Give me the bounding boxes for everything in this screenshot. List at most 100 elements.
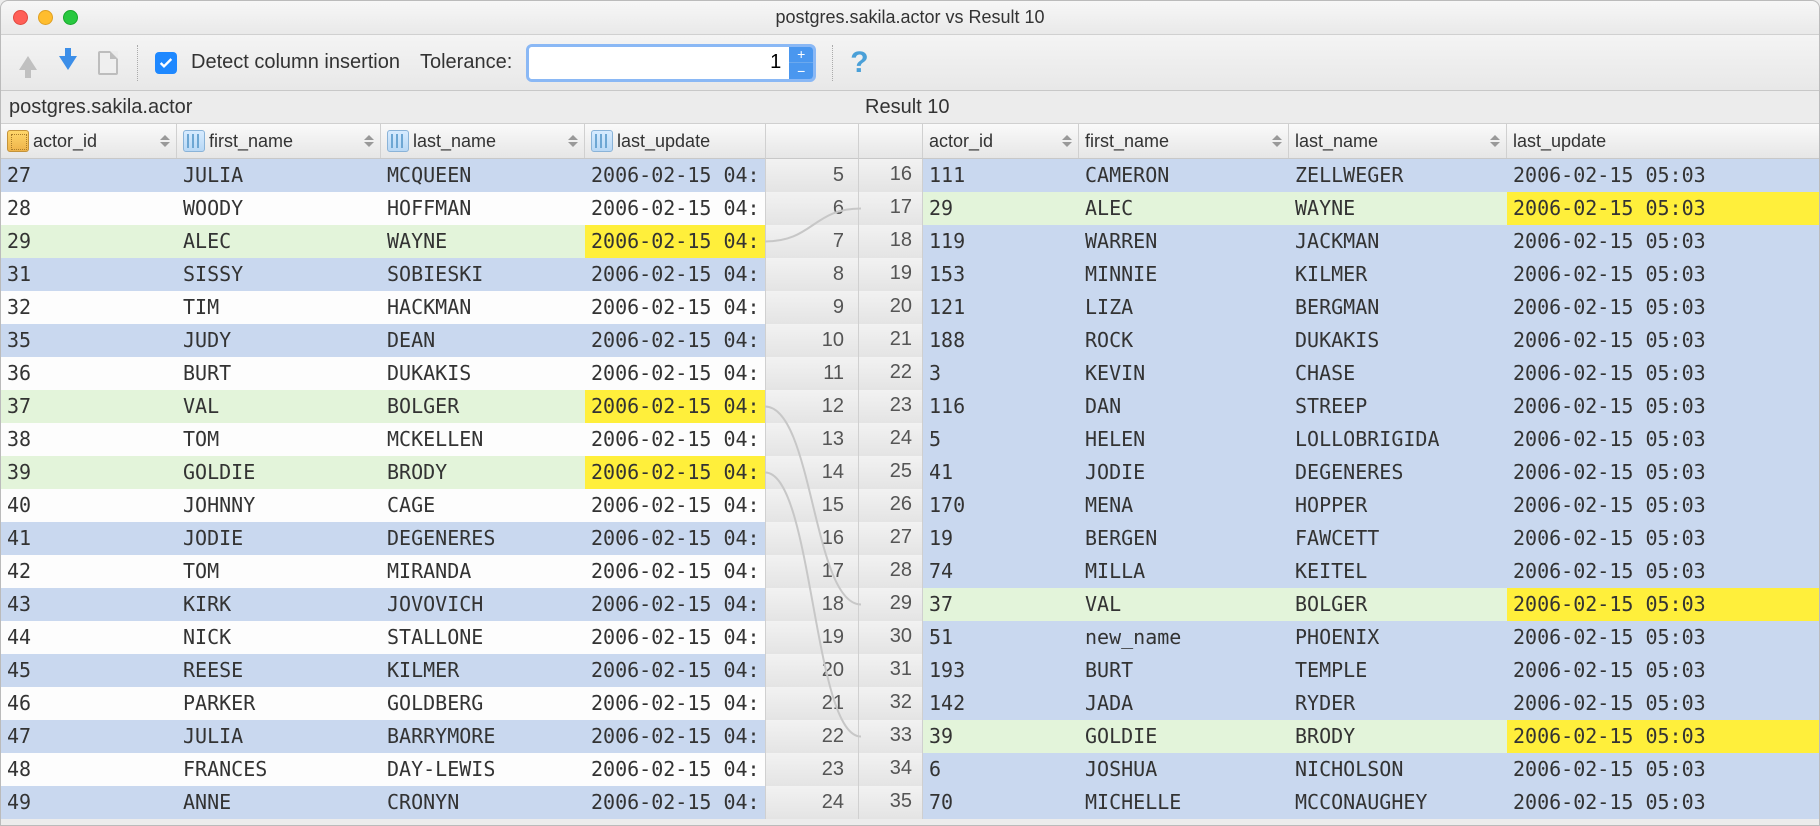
cell-actor_id[interactable]: 37 <box>923 588 1079 621</box>
table-row[interactable]: 45REESEKILMER2006-02-15 04: <box>1 654 765 687</box>
cell-actor_id[interactable]: 121 <box>923 291 1079 324</box>
cell-last_update[interactable]: 2006-02-15 05:03 <box>1507 654 1819 687</box>
cell-last_update[interactable]: 2006-02-15 05:03 <box>1507 786 1819 819</box>
row-number[interactable]: 32 <box>859 687 923 720</box>
cell-last_update[interactable]: 2006-02-15 05:03 <box>1507 390 1819 423</box>
cell-last_update[interactable]: 2006-02-15 05:03 <box>1507 687 1819 720</box>
cell-last_update[interactable]: 2006-02-15 05:03 <box>1507 489 1819 522</box>
col-header-last-update[interactable]: last_update <box>585 124 765 158</box>
cell-actor_id[interactable]: 28 <box>1 192 177 225</box>
cell-last_name[interactable]: MCQUEEN <box>381 159 585 192</box>
cell-last_name[interactable]: BOLGER <box>381 390 585 423</box>
table-row[interactable]: 2541JODIEDEGENERES2006-02-15 05:03 <box>859 456 1819 489</box>
cell-actor_id[interactable]: 35 <box>1 324 177 357</box>
left-body[interactable]: 27JULIAMCQUEEN2006-02-15 04:28WOODYHOFFM… <box>1 159 765 819</box>
cell-last_update[interactable]: 2006-02-15 05:03 <box>1507 291 1819 324</box>
table-row[interactable]: 19153MINNIEKILMER2006-02-15 05:03 <box>859 258 1819 291</box>
cell-last_update[interactable]: 2006-02-15 05:03 <box>1507 258 1819 291</box>
table-row[interactable]: 43KIRKJOVOVICH2006-02-15 04: <box>1 588 765 621</box>
cell-last_name[interactable]: DEAN <box>381 324 585 357</box>
cell-last_update[interactable]: 2006-02-15 05:03 <box>1507 621 1819 654</box>
cell-actor_id[interactable]: 70 <box>923 786 1079 819</box>
cell-last_name[interactable]: DUKAKIS <box>381 357 585 390</box>
cell-last_update[interactable]: 2006-02-15 05:03 <box>1507 555 1819 588</box>
cell-first_name[interactable]: KIRK <box>177 588 381 621</box>
table-row[interactable]: 223KEVINCHASE2006-02-15 05:03 <box>859 357 1819 390</box>
table-row[interactable]: 32TIMHACKMAN2006-02-15 04: <box>1 291 765 324</box>
tolerance-step-up[interactable]: + <box>789 47 813 64</box>
row-number[interactable]: 20 <box>859 291 923 324</box>
cell-actor_id[interactable]: 6 <box>923 753 1079 786</box>
table-row[interactable]: 3570MICHELLEMCCONAUGHEY2006-02-15 05:03 <box>859 786 1819 819</box>
table-row[interactable]: 29ALECWAYNE2006-02-15 04: <box>1 225 765 258</box>
next-diff-button[interactable] <box>55 50 81 76</box>
cell-last_name[interactable]: STALLONE <box>381 621 585 654</box>
row-number[interactable]: 25 <box>859 456 923 489</box>
cell-last_update[interactable]: 2006-02-15 05:03 <box>1507 357 1819 390</box>
cell-actor_id[interactable]: 48 <box>1 753 177 786</box>
cell-last_name[interactable]: FAWCETT <box>1289 522 1507 555</box>
cell-last_update[interactable]: 2006-02-15 05:03 <box>1507 522 1819 555</box>
cell-last_name[interactable]: JOVOVICH <box>381 588 585 621</box>
cell-actor_id[interactable]: 27 <box>1 159 177 192</box>
cell-first_name[interactable]: WARREN <box>1079 225 1289 258</box>
cell-first_name[interactable]: GOLDIE <box>1079 720 1289 753</box>
cell-actor_id[interactable]: 188 <box>923 324 1079 357</box>
cell-actor_id[interactable]: 39 <box>1 456 177 489</box>
cell-actor_id[interactable]: 51 <box>923 621 1079 654</box>
cell-last_update[interactable]: 2006-02-15 04: <box>585 786 765 819</box>
row-number[interactable]: 21 <box>859 324 923 357</box>
col-header-first-name[interactable]: first_name <box>177 124 381 158</box>
table-row[interactable]: 44NICKSTALLONE2006-02-15 04: <box>1 621 765 654</box>
cell-last_update[interactable]: 2006-02-15 04: <box>585 654 765 687</box>
cell-first_name[interactable]: SISSY <box>177 258 381 291</box>
cell-first_name[interactable]: MILLA <box>1079 555 1289 588</box>
cell-first_name[interactable]: VAL <box>177 390 381 423</box>
cell-actor_id[interactable]: 41 <box>1 522 177 555</box>
row-number[interactable]: 34 <box>859 753 923 786</box>
cell-first_name[interactable]: LIZA <box>1079 291 1289 324</box>
cell-actor_id[interactable]: 43 <box>1 588 177 621</box>
cell-first_name[interactable]: GOLDIE <box>177 456 381 489</box>
cell-actor_id[interactable]: 46 <box>1 687 177 720</box>
cell-last_name[interactable]: KILMER <box>1289 258 1507 291</box>
cell-actor_id[interactable]: 119 <box>923 225 1079 258</box>
cell-last_name[interactable]: DAY-LEWIS <box>381 753 585 786</box>
row-number[interactable]: 29 <box>859 588 923 621</box>
cell-last_name[interactable]: BOLGER <box>1289 588 1507 621</box>
minimize-icon[interactable] <box>38 10 53 25</box>
cell-actor_id[interactable]: 74 <box>923 555 1079 588</box>
cell-first_name[interactable]: JULIA <box>177 159 381 192</box>
table-row[interactable]: 21188ROCKDUKAKIS2006-02-15 05:03 <box>859 324 1819 357</box>
cell-last_name[interactable]: TEMPLE <box>1289 654 1507 687</box>
cell-actor_id[interactable]: 5 <box>923 423 1079 456</box>
export-button[interactable] <box>95 50 121 76</box>
cell-last_update[interactable]: 2006-02-15 04: <box>585 291 765 324</box>
cell-last_update[interactable]: 2006-02-15 05:03 <box>1507 753 1819 786</box>
cell-first_name[interactable]: BERGEN <box>1079 522 1289 555</box>
row-number[interactable]: 23 <box>859 390 923 423</box>
cell-last_name[interactable]: MIRANDA <box>381 555 585 588</box>
cell-last_update[interactable]: 2006-02-15 05:03 <box>1507 225 1819 258</box>
cell-last_name[interactable]: WAYNE <box>1289 192 1507 225</box>
cell-first_name[interactable]: FRANCES <box>177 753 381 786</box>
cell-actor_id[interactable]: 44 <box>1 621 177 654</box>
cell-first_name[interactable]: WOODY <box>177 192 381 225</box>
cell-last_update[interactable]: 2006-02-15 04: <box>585 621 765 654</box>
cell-actor_id[interactable]: 170 <box>923 489 1079 522</box>
cell-last_name[interactable]: RYDER <box>1289 687 1507 720</box>
cell-last_update[interactable]: 2006-02-15 05:03 <box>1507 588 1819 621</box>
cell-last_update[interactable]: 2006-02-15 04: <box>585 588 765 621</box>
row-number[interactable]: 28 <box>859 555 923 588</box>
cell-last_update[interactable]: 2006-02-15 04: <box>585 423 765 456</box>
col-header-actor-id[interactable]: actor_id <box>923 124 1079 158</box>
table-row[interactable]: 1729ALECWAYNE2006-02-15 05:03 <box>859 192 1819 225</box>
row-number[interactable]: 24 <box>859 423 923 456</box>
cell-actor_id[interactable]: 19 <box>923 522 1079 555</box>
cell-last_name[interactable]: BRODY <box>381 456 585 489</box>
table-row[interactable]: 27JULIAMCQUEEN2006-02-15 04: <box>1 159 765 192</box>
cell-first_name[interactable]: VAL <box>1079 588 1289 621</box>
cell-actor_id[interactable]: 49 <box>1 786 177 819</box>
table-row[interactable]: 2874MILLAKEITEL2006-02-15 05:03 <box>859 555 1819 588</box>
row-number[interactable]: 17 <box>859 192 923 225</box>
